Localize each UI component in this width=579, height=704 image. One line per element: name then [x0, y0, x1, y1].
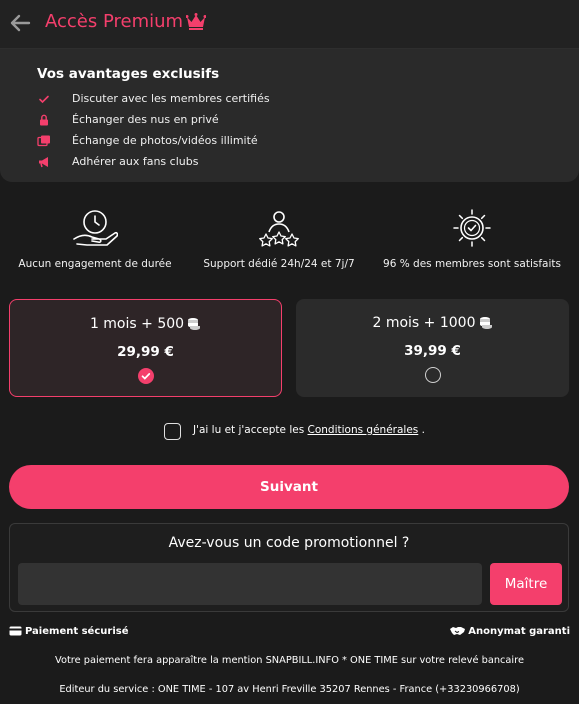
terms-link[interactable]: Conditions générales	[308, 424, 419, 436]
feature-label: Aucun engagement de durée	[18, 258, 172, 270]
benefit-item: Échange de photos/vidéos illimité	[37, 132, 557, 150]
plan-radio[interactable]	[424, 367, 441, 383]
coins-icon	[479, 317, 492, 329]
secure-payment: Paiement sécurisé	[9, 626, 128, 637]
promo-apply-button[interactable]: Maître	[490, 563, 562, 605]
next-button[interactable]: Suivant	[9, 465, 569, 509]
photos-icon	[37, 135, 50, 147]
terms-checkbox[interactable]	[164, 423, 181, 440]
plan-2-months[interactable]: 2 mois + 1000 39,99 €	[296, 299, 569, 397]
handshake-icon	[450, 627, 466, 635]
check-icon	[141, 373, 150, 380]
benefit-item: Adhérer aux fans clubs	[37, 153, 557, 171]
benefit-label: Échanger des nus en privé	[72, 113, 219, 126]
crown-icon	[186, 13, 206, 30]
plan-name-row: 1 mois + 500	[10, 316, 281, 332]
lock-icon	[40, 114, 48, 126]
benefit-item: Échanger des nus en privé	[37, 111, 557, 129]
anonymity-label: Anonymat garanti	[468, 626, 570, 637]
megaphone-icon	[39, 157, 48, 168]
anonymity: Anonymat garanti	[450, 626, 570, 637]
header: Accès Premium	[0, 0, 579, 49]
coins-icon	[188, 318, 201, 330]
benefit-label: Adhérer aux fans clubs	[72, 155, 199, 168]
check-icon	[39, 95, 49, 104]
feature-satisfaction: 96 % des membres sont satisfaits	[382, 208, 562, 270]
person-stars-icon	[259, 211, 299, 247]
benefit-label: Discuter avec les membres certifiés	[72, 92, 270, 105]
feature-support: Support dédié 24h/24 et 7j/7	[189, 208, 369, 270]
terms-suffix: .	[421, 424, 425, 436]
terms-prefix: J'ai lu et j'accepte les	[193, 424, 305, 436]
benefits-panel: Vos avantages exclusifs Discuter avec le…	[0, 49, 579, 182]
page-title: Accès Premium	[45, 11, 184, 32]
plan-price: 39,99 €	[404, 343, 461, 359]
plan-1-month[interactable]: 1 mois + 500 29,99 €	[9, 299, 282, 397]
benefit-label: Échange de photos/vidéos illimité	[72, 134, 258, 147]
terms-row: J'ai lu et j'accepte les Conditions géné…	[164, 423, 494, 443]
feature-label: 96 % des membres sont satisfaits	[383, 258, 561, 270]
plan-name: 1 mois + 500	[89, 316, 185, 332]
feature-label: Support dédié 24h/24 et 7j/7	[203, 258, 355, 270]
plan-radio-selected[interactable]	[137, 368, 154, 384]
promo-code-input[interactable]	[18, 563, 482, 605]
arrow-left-icon[interactable]	[8, 11, 32, 35]
secure-payment-label: Paiement sécurisé	[25, 626, 129, 637]
promo-box: Avez-vous un code promotionnel ? Maître	[9, 523, 569, 612]
plan-price: 29,99 €	[117, 344, 174, 360]
benefit-item: Discuter avec les membres certifiés	[37, 90, 557, 108]
promo-question: Avez-vous un code promotionnel ?	[168, 535, 410, 551]
credit-card-icon	[9, 626, 22, 636]
plan-name: 2 mois + 1000	[372, 315, 476, 331]
editor-info: Editeur du service : ONE TIME - 107 av H…	[59, 684, 520, 695]
billing-mention: Votre paiement fera apparaître la mentio…	[55, 655, 524, 666]
plan-name-row: 2 mois + 1000	[296, 315, 569, 331]
feature-no-commitment: Aucun engagement de durée	[5, 208, 185, 270]
clock-hand-icon	[73, 210, 118, 246]
benefits-title: Vos avantages exclusifs	[37, 66, 220, 82]
terms-text: J'ai lu et j'accepte les Conditions géné…	[193, 424, 425, 436]
badge-check-icon	[453, 209, 491, 247]
